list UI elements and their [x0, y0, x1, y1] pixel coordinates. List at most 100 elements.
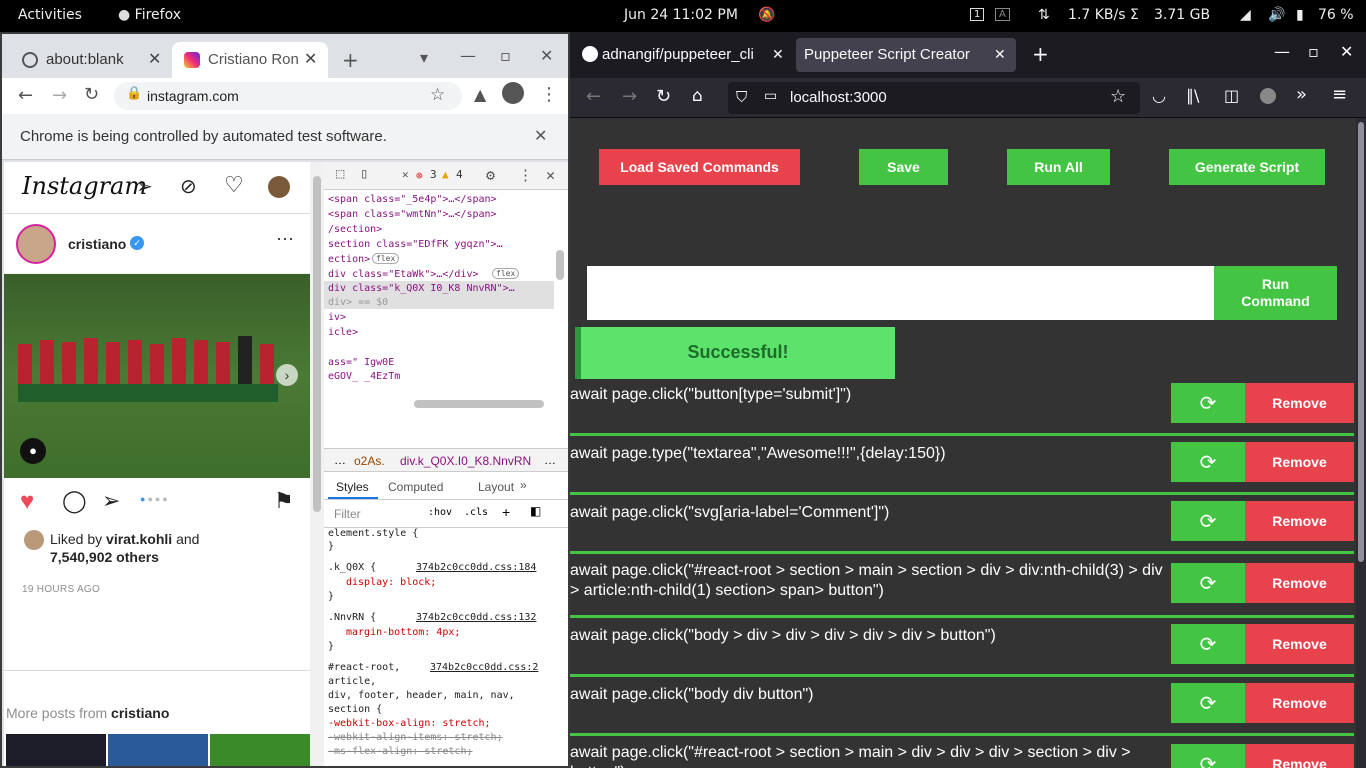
- profile-avatar[interactable]: [502, 82, 524, 104]
- home-icon[interactable]: ⌂: [692, 86, 703, 106]
- more-tabs-icon[interactable]: »: [520, 478, 527, 492]
- new-rule-icon[interactable]: +: [502, 504, 510, 520]
- warning-count[interactable]: 4: [456, 168, 463, 181]
- devtools-menu-icon[interactable]: ⋮: [518, 166, 533, 184]
- breadcrumb-overflow-icon[interactable]: …: [334, 453, 346, 467]
- hamburger-menu-icon[interactable]: ≡: [1332, 84, 1347, 105]
- page-scrollbar[interactable]: [310, 162, 324, 766]
- activity-heart-icon[interactable]: ♡: [224, 172, 244, 198]
- volume-icon[interactable]: 🔊: [1268, 7, 1285, 23]
- command-input[interactable]: [587, 266, 1214, 320]
- save-button[interactable]: Save: [859, 149, 948, 185]
- more-post-thumb[interactable]: [6, 734, 106, 766]
- pocket-icon[interactable]: ◡: [1152, 86, 1166, 105]
- rerun-icon[interactable]: ⟳: [1171, 624, 1245, 664]
- remove-button[interactable]: Remove: [1245, 744, 1354, 768]
- cls-toggle[interactable]: .cls: [464, 507, 488, 518]
- share-icon[interactable]: ➢: [102, 488, 120, 514]
- like-heart-icon[interactable]: ♥: [20, 488, 34, 516]
- rerun-icon[interactable]: ⟳: [1171, 501, 1245, 541]
- scrollbar-thumb[interactable]: [313, 176, 321, 512]
- user-avatar[interactable]: [268, 176, 290, 198]
- stylesheet-link[interactable]: 374b2c0cc0dd.css:132: [416, 612, 536, 623]
- tab-computed[interactable]: Computed: [388, 480, 443, 494]
- toggle-sidebar-icon[interactable]: ◧: [530, 504, 541, 518]
- flex-badge[interactable]: flex: [372, 253, 400, 264]
- more-post-thumb[interactable]: [210, 734, 310, 766]
- shield-icon[interactable]: ⛉: [736, 88, 747, 106]
- remove-button[interactable]: Remove: [1245, 383, 1354, 423]
- battery-icon[interactable]: ▮: [1296, 7, 1304, 23]
- rerun-icon[interactable]: ⟳: [1171, 683, 1245, 723]
- bookmark-star-icon[interactable]: ☆: [430, 85, 445, 105]
- activities-button[interactable]: Activities: [18, 7, 82, 23]
- close-tab-icon[interactable]: ✕: [772, 46, 784, 63]
- post-username[interactable]: cristiano: [68, 236, 126, 252]
- elements-tab-icon[interactable]: ✕: [402, 168, 409, 181]
- remove-button[interactable]: Remove: [1245, 501, 1354, 541]
- new-tab-icon[interactable]: +: [342, 48, 359, 72]
- library-icon[interactable]: ∥\: [1186, 86, 1199, 105]
- comment-icon[interactable]: ◯: [62, 488, 87, 514]
- run-command-button[interactable]: Run Command: [1214, 266, 1337, 320]
- rerun-icon[interactable]: ⟳: [1171, 563, 1245, 603]
- explore-icon[interactable]: ⊘: [180, 174, 197, 199]
- keyboard-layout-indicator[interactable]: A: [995, 8, 1010, 21]
- run-all-button[interactable]: Run All: [1007, 149, 1110, 185]
- address-bar[interactable]: 🔒 instagram.com ☆: [114, 82, 462, 110]
- sidebar-icon[interactable]: ◫: [1224, 86, 1239, 105]
- minimize-icon[interactable]: —: [460, 46, 476, 65]
- next-slide-icon[interactable]: ›: [276, 364, 298, 386]
- rerun-icon[interactable]: ⟳: [1171, 383, 1245, 423]
- rerun-icon[interactable]: ⟳: [1171, 442, 1245, 482]
- remove-button[interactable]: Remove: [1245, 563, 1354, 603]
- maximize-icon[interactable]: ▫: [1308, 42, 1319, 61]
- menu-dots-icon[interactable]: ⋮: [540, 84, 558, 105]
- overflow-menu-icon[interactable]: »: [1296, 84, 1307, 105]
- breadcrumb-more-icon[interactable]: …: [544, 453, 556, 467]
- tab-styles[interactable]: Styles: [336, 480, 369, 494]
- dom-horizontal-scrollbar[interactable]: [414, 400, 544, 408]
- warning-icon[interactable]: ▲: [442, 168, 449, 181]
- error-icon[interactable]: ⊗: [416, 169, 423, 182]
- generate-script-button[interactable]: Generate Script: [1169, 149, 1325, 185]
- load-saved-commands-button[interactable]: Load Saved Commands: [599, 149, 800, 185]
- reload-icon[interactable]: ↻: [84, 84, 99, 105]
- bookmark-star-icon[interactable]: ☆: [1110, 86, 1126, 107]
- forward-icon[interactable]: →: [622, 86, 637, 107]
- instagram-logo[interactable]: Instagram: [22, 172, 147, 200]
- page-scrollbar[interactable]: [1356, 118, 1366, 768]
- scrollbar-thumb[interactable]: [1358, 122, 1364, 562]
- workspace-indicator[interactable]: 1: [970, 8, 985, 21]
- dom-tree[interactable]: <span class="_5e4p">…</span> <span class…: [324, 190, 568, 416]
- close-window-icon[interactable]: ✕: [1340, 42, 1353, 61]
- url-bar[interactable]: ⛉ ▭ localhost:3000: [728, 82, 1140, 114]
- account-icon[interactable]: [1260, 88, 1276, 104]
- close-infobar-icon[interactable]: ✕: [534, 126, 547, 145]
- dom-vertical-scrollbar[interactable]: [556, 250, 564, 280]
- close-devtools-icon[interactable]: ✕: [546, 166, 555, 184]
- more-post-thumb[interactable]: [108, 734, 208, 766]
- stylesheet-link[interactable]: 374b2c0cc0dd.css:184: [416, 562, 536, 573]
- reload-icon[interactable]: ↻: [656, 86, 671, 107]
- new-tab-icon[interactable]: +: [1032, 42, 1049, 66]
- inspect-element-icon[interactable]: ⬚: [336, 166, 344, 182]
- tab-puppeteer-script-creator[interactable]: Puppeteer Script Creator ✕: [796, 38, 1016, 72]
- tagged-users-icon[interactable]: ●: [20, 438, 46, 464]
- post-image[interactable]: › ●: [4, 274, 310, 478]
- more-options-icon[interactable]: ···: [276, 228, 294, 249]
- back-icon[interactable]: ←: [18, 85, 33, 106]
- maximize-icon[interactable]: ▫: [500, 46, 511, 65]
- remove-button[interactable]: Remove: [1245, 683, 1354, 723]
- tab-about-blank[interactable]: about:blank ✕: [10, 42, 170, 78]
- clock[interactable]: Jun 24 11:02 PM: [624, 7, 738, 23]
- flex-badge[interactable]: flex: [492, 268, 520, 279]
- close-tab-icon[interactable]: ✕: [304, 49, 317, 69]
- remove-button[interactable]: Remove: [1245, 624, 1354, 664]
- close-tab-icon[interactable]: ✕: [148, 49, 161, 69]
- close-tab-icon[interactable]: ✕: [994, 46, 1006, 63]
- wifi-icon[interactable]: ◢: [1240, 7, 1251, 23]
- liker-username[interactable]: virat.kohli: [106, 531, 172, 547]
- device-toolbar-icon[interactable]: ▯: [360, 166, 368, 182]
- flask-icon[interactable]: ▲: [474, 85, 486, 104]
